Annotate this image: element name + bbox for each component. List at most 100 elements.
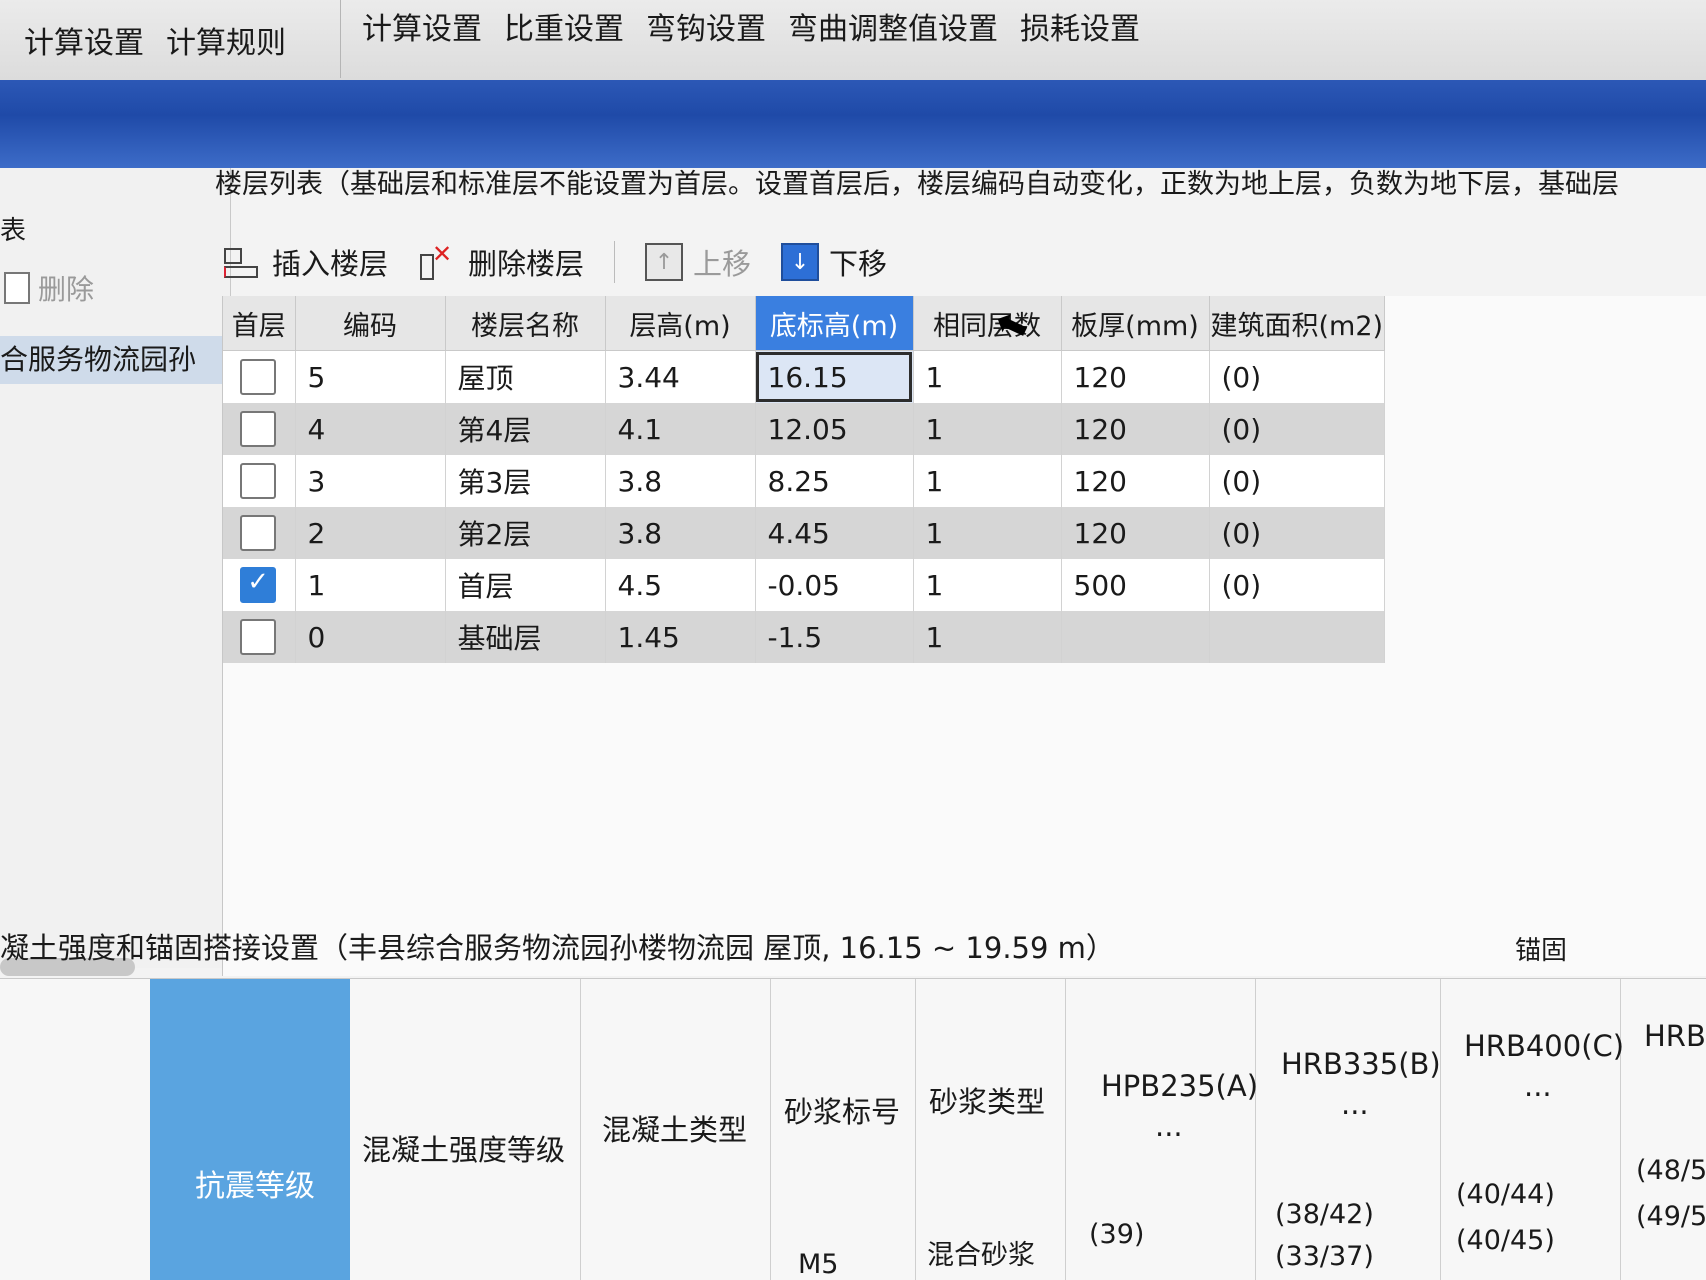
floor-row[interactable]: 0 基础层 1.45 -1.5 1 bbox=[223, 611, 1386, 663]
ribbon-calc-rules[interactable]: 计算规则 bbox=[166, 18, 286, 62]
floor-same-count[interactable]: 1 bbox=[913, 350, 1062, 403]
floor-building-area[interactable]: (0) bbox=[1209, 507, 1386, 559]
floor-building-area[interactable]: (0) bbox=[1209, 455, 1386, 507]
ribbon-calc-settings[interactable]: 计算设置 bbox=[24, 18, 144, 62]
floor-code[interactable]: 3 bbox=[295, 455, 446, 507]
floor-height[interactable]: 3.8 bbox=[605, 507, 756, 559]
floor-name[interactable]: 首层 bbox=[445, 559, 606, 611]
col-mortar-grade[interactable]: 砂浆标号 M5 bbox=[770, 979, 916, 1280]
floor-height[interactable]: 4.1 bbox=[605, 403, 756, 455]
floor-height[interactable]: 3.44 bbox=[605, 350, 756, 403]
hrb400-value-1[interactable]: (40/44) bbox=[1456, 1179, 1555, 1210]
col-mortar-type[interactable]: 砂浆类型 混合砂浆 bbox=[915, 979, 1066, 1280]
floor-building-area[interactable]: (0) bbox=[1209, 403, 1386, 455]
ribbon-divider bbox=[340, 0, 341, 78]
ribbon-bend-adjust-settings[interactable]: 弯曲调整值设置 bbox=[788, 4, 998, 48]
hrb5-value-2[interactable]: (49/54 bbox=[1636, 1201, 1706, 1232]
floor-same-count[interactable]: 1 bbox=[913, 559, 1062, 611]
floor-name[interactable]: 第3层 bbox=[445, 455, 606, 507]
move-down-button[interactable]: ↓ 下移 bbox=[781, 241, 887, 283]
col-floor-name[interactable]: 楼层名称 bbox=[445, 296, 606, 351]
floor-building-area[interactable] bbox=[1209, 611, 1386, 663]
floor-row[interactable]: 3 第3层 3.8 8.25 1 120 (0) bbox=[223, 455, 1386, 507]
col-seismic-level[interactable]: 抗震等级 bbox=[150, 979, 350, 1280]
floor-slab-thickness[interactable]: 120 bbox=[1061, 507, 1210, 559]
first-floor-checkbox[interactable] bbox=[240, 619, 277, 655]
floor-bottom-elevation[interactable]: 12.05 bbox=[755, 403, 914, 455]
floor-code[interactable]: 0 bbox=[295, 611, 446, 663]
floor-bottom-elevation[interactable]: -0.05 bbox=[755, 559, 914, 611]
floor-same-count[interactable]: 1 bbox=[913, 611, 1062, 663]
col-code[interactable]: 编码 bbox=[295, 296, 446, 351]
floor-name[interactable]: 第2层 bbox=[445, 507, 606, 559]
hrb400-label: HRB400(C) bbox=[1464, 1029, 1625, 1063]
mortar-type-label: 砂浆类型 bbox=[929, 1085, 1046, 1119]
floor-row[interactable]: 4 第4层 4.1 12.05 1 120 (0) bbox=[223, 403, 1386, 455]
floor-name[interactable]: 基础层 bbox=[445, 611, 606, 663]
mortar-type-value[interactable]: 混合砂浆 bbox=[927, 1233, 1035, 1272]
col-hrb400[interactable]: HRB400(C) ... (40/44) (40/45) bbox=[1440, 979, 1625, 1280]
ribbon-calc-settings-2[interactable]: 计算设置 bbox=[362, 4, 482, 48]
hpb235-label: HPB235(A) bbox=[1101, 1069, 1259, 1103]
col-same-floors[interactable]: 相同层数 bbox=[913, 296, 1062, 351]
left-delete-button[interactable]: 删除 bbox=[4, 268, 94, 308]
anchor-group-label: 锚固 bbox=[1515, 936, 1568, 966]
ribbon-loss-settings[interactable]: 损耗设置 bbox=[1020, 4, 1140, 48]
floor-height[interactable]: 1.45 bbox=[605, 611, 756, 663]
col-hrb5[interactable]: HRB5 (48/53 (49/54 bbox=[1620, 979, 1706, 1280]
move-up-button[interactable]: ↑ 上移 bbox=[645, 241, 751, 283]
floor-bottom-elevation[interactable]: 4.45 bbox=[755, 507, 914, 559]
ribbon-density-settings[interactable]: 比重设置 bbox=[504, 4, 624, 48]
first-floor-checkbox[interactable] bbox=[240, 567, 277, 603]
col-concrete-grade[interactable]: 混凝土强度等级 bbox=[350, 979, 581, 1280]
hrb5-value-1[interactable]: (48/53 bbox=[1636, 1155, 1706, 1186]
hrb335-value-2[interactable]: (33/37) bbox=[1275, 1241, 1374, 1272]
floor-code[interactable]: 2 bbox=[295, 507, 446, 559]
hrb400-value-2[interactable]: (40/45) bbox=[1456, 1225, 1555, 1256]
first-floor-checkbox[interactable] bbox=[240, 515, 277, 551]
col-slab-thickness[interactable]: 板厚(mm) bbox=[1061, 296, 1210, 351]
insert-floor-button[interactable]: 插入楼层 bbox=[222, 241, 388, 283]
floor-slab-thickness[interactable] bbox=[1061, 611, 1210, 663]
col-bottom-elevation[interactable]: 底标高(m) bbox=[755, 296, 914, 351]
hpb235-value[interactable]: (39) bbox=[1089, 1219, 1144, 1250]
floor-code[interactable]: 4 bbox=[295, 403, 446, 455]
floor-slab-thickness[interactable]: 120 bbox=[1061, 403, 1210, 455]
floor-height[interactable]: 3.8 bbox=[605, 455, 756, 507]
floor-slab-thickness[interactable]: 120 bbox=[1061, 350, 1210, 403]
first-floor-checkbox[interactable] bbox=[240, 411, 277, 447]
floor-code[interactable]: 1 bbox=[295, 559, 446, 611]
floor-name[interactable]: 第4层 bbox=[445, 403, 606, 455]
floor-same-count[interactable]: 1 bbox=[913, 403, 1062, 455]
floor-row[interactable]: 5 屋顶 3.44 16.15 1 120 (0) bbox=[223, 350, 1386, 403]
col-building-area[interactable]: 建筑面积(m2) bbox=[1209, 296, 1386, 351]
floor-bottom-elevation[interactable]: 16.15 bbox=[755, 350, 914, 403]
project-list-item[interactable]: 合服务物流园孙 bbox=[0, 336, 230, 384]
anchor-grid: 抗震等级 混凝土强度等级 混凝土类型 砂浆标号 M5 砂浆类型 混合砂浆 HPB… bbox=[0, 978, 1706, 1280]
col-floor-height[interactable]: 层高(m) bbox=[605, 296, 756, 351]
floor-same-count[interactable]: 1 bbox=[913, 507, 1062, 559]
first-floor-checkbox[interactable] bbox=[240, 463, 277, 499]
mortar-grade-value[interactable]: M5 bbox=[798, 1249, 838, 1280]
floor-building-area[interactable]: (0) bbox=[1209, 559, 1386, 611]
first-floor-checkbox[interactable] bbox=[240, 359, 277, 395]
floor-building-area[interactable]: (0) bbox=[1209, 350, 1386, 403]
floor-same-count[interactable]: 1 bbox=[913, 455, 1062, 507]
floor-code[interactable]: 5 bbox=[295, 350, 446, 403]
floor-name[interactable]: 屋顶 bbox=[445, 350, 606, 403]
col-concrete-type[interactable]: 混凝土类型 bbox=[580, 979, 771, 1280]
ribbon-hook-settings[interactable]: 弯钩设置 bbox=[646, 4, 766, 48]
col-hrb335[interactable]: HRB335(B) ... (38/42) (33/37) bbox=[1255, 979, 1441, 1280]
col-hpb235[interactable]: HPB235(A) ... (39) bbox=[1065, 979, 1259, 1280]
floor-slab-thickness[interactable]: 120 bbox=[1061, 455, 1210, 507]
floor-height[interactable]: 4.5 bbox=[605, 559, 756, 611]
delete-floor-button[interactable]: 删除楼层 bbox=[418, 240, 584, 283]
floor-slab-thickness[interactable]: 500 bbox=[1061, 559, 1210, 611]
hrb335-value-1[interactable]: (38/42) bbox=[1275, 1199, 1374, 1230]
delete-document-icon bbox=[4, 272, 30, 304]
floor-bottom-elevation[interactable]: -1.5 bbox=[755, 611, 914, 663]
floor-row[interactable]: 2 第2层 3.8 4.45 1 120 (0) bbox=[223, 507, 1386, 559]
col-first-floor[interactable]: 首层 bbox=[223, 296, 296, 351]
floor-bottom-elevation[interactable]: 8.25 bbox=[755, 455, 914, 507]
floor-row[interactable]: 1首层4.5-0.051500(0) bbox=[223, 559, 1386, 611]
